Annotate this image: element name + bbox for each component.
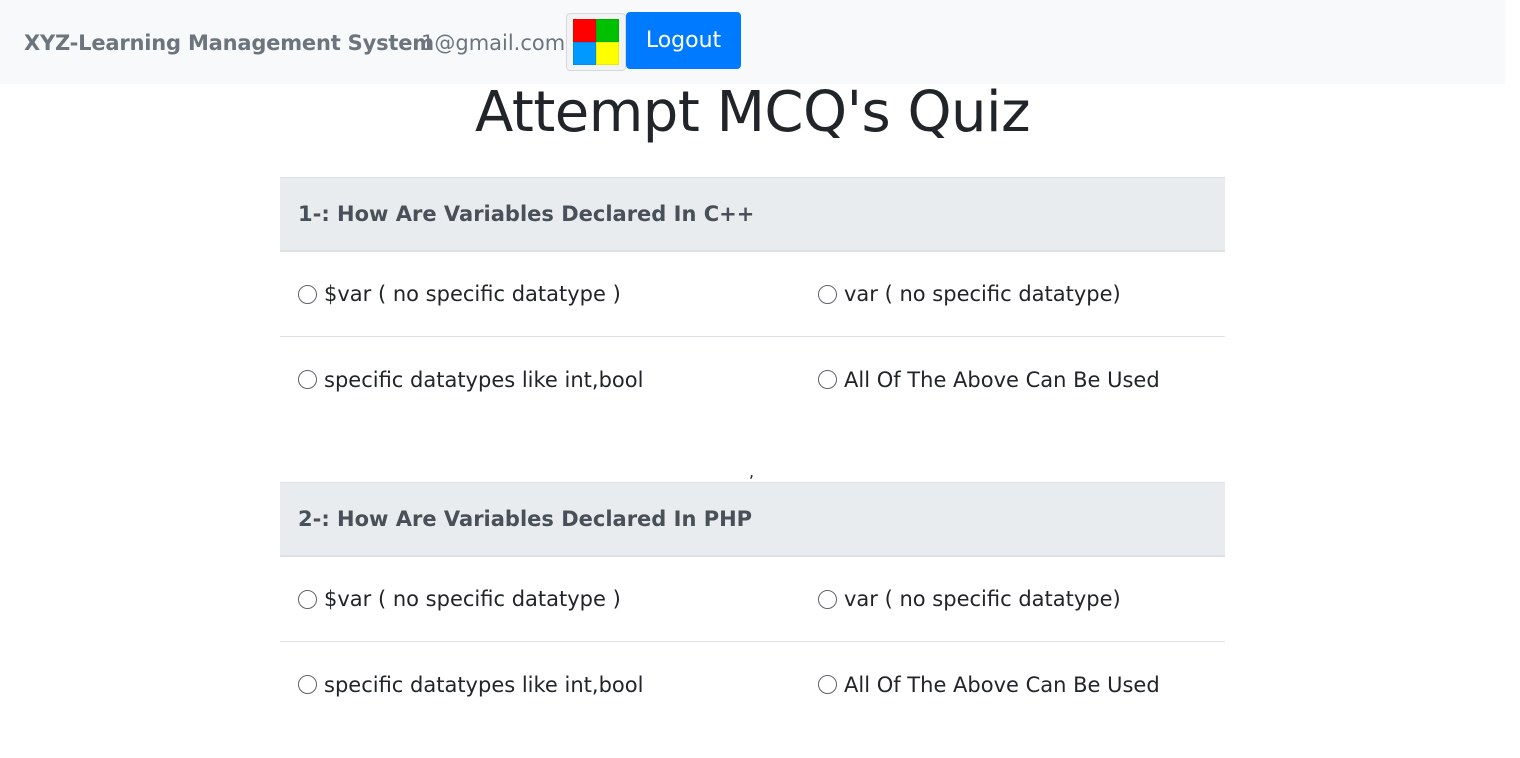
radio-button[interactable] [298,675,317,694]
logo-tile-blue [573,42,596,65]
option-row: specific datatypes like int,bool All Of … [280,642,1225,727]
logo-tile-red [573,19,596,42]
option-label[interactable]: All Of The Above Can Be Used [818,673,1160,697]
question-header: 1-: How Are Variables Declared In C++ [280,177,1225,252]
option-text: $var ( no specific datatype ) [324,587,621,611]
option-label[interactable]: $var ( no specific datatype ) [298,587,621,611]
option-label[interactable]: $var ( no specific datatype ) [298,282,621,306]
option-text: $var ( no specific datatype ) [324,282,621,306]
option-text: All Of The Above Can Be Used [844,367,1160,392]
question-title: 2-: How Are Variables Declared In PHP [298,507,753,531]
question-card: 2-: How Are Variables Declared In PHP $v… [280,482,1225,727]
option-text: specific datatypes like int,bool [324,672,644,697]
radio-button[interactable] [818,284,837,304]
page-title: Attempt MCQ's Quiz [475,80,1030,145]
user-email: 1@gmail.com [421,31,566,55]
option-text: specific datatypes like int,bool [324,367,644,392]
app-logo-button[interactable] [566,13,626,71]
option-row: $var ( no specific datatype ) var ( no s… [280,252,1225,337]
option-text: var ( no specific datatype) [844,587,1121,611]
option-label[interactable]: specific datatypes like int,bool [298,673,643,697]
option-text: var ( no specific datatype) [844,282,1121,306]
option-row: $var ( no specific datatype ) var ( no s… [280,557,1225,642]
radio-button[interactable] [818,589,837,609]
option-text: All Of The Above Can Be Used [844,672,1160,697]
question-title: 1-: How Are Variables Declared In C++ [298,202,755,226]
separator-text: , [749,462,755,481]
logo-tile-yellow [596,42,619,65]
question-card: 1-: How Are Variables Declared In C++ $v… [280,177,1225,422]
option-label[interactable]: specific datatypes like int,bool [298,368,643,392]
radio-button[interactable] [298,370,317,389]
question-header: 2-: How Are Variables Declared In PHP [280,482,1225,557]
navbar: XYZ-Learning Management System 1@gmail.c… [0,0,1505,84]
radio-button[interactable] [298,284,317,304]
logout-button[interactable]: Logout [626,12,741,69]
option-row: specific datatypes like int,bool All Of … [280,337,1225,422]
logo-tile-green [596,19,619,42]
option-label[interactable]: var ( no specific datatype) [818,587,1121,611]
radio-button[interactable] [298,589,317,609]
option-label[interactable]: var ( no specific datatype) [818,282,1121,306]
brand-link[interactable]: XYZ-Learning Management System [24,31,434,55]
windows-logo-icon [573,19,619,65]
option-label[interactable]: All Of The Above Can Be Used [818,368,1160,392]
radio-button[interactable] [818,370,837,389]
radio-button[interactable] [818,675,837,694]
